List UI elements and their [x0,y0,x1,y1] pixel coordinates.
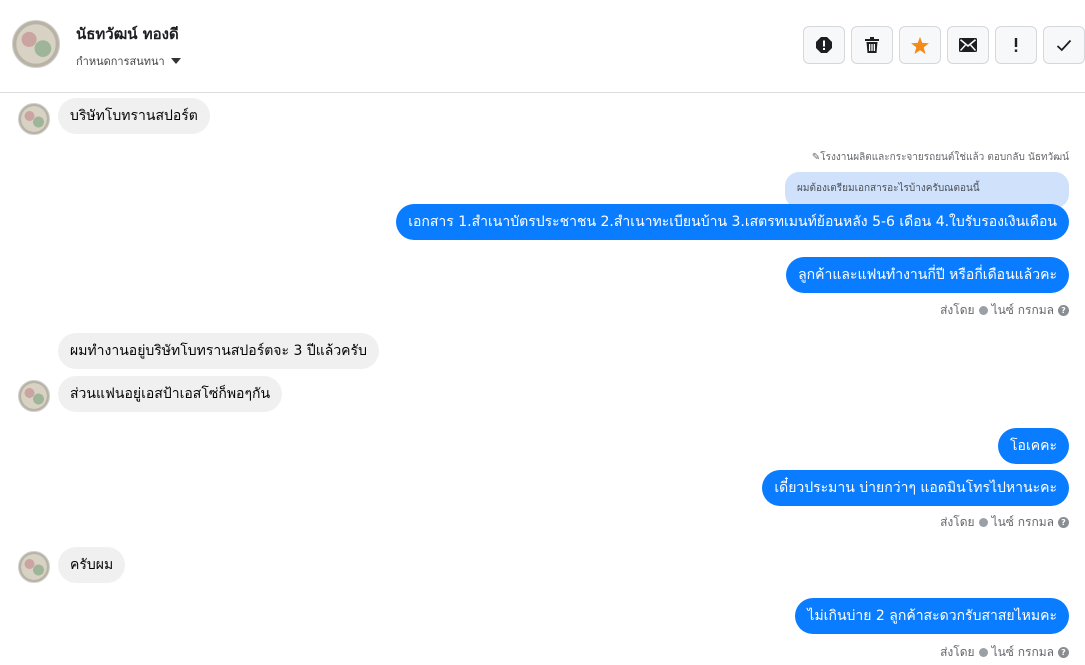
star-icon [911,36,929,54]
outgoing-message[interactable]: เดี๋ยวประมาน บ่ายกว่าๆ แอดมินโทรไปหานะคะ [762,470,1069,506]
quoted-message[interactable]: ผมต้องเตรียมเอกสารอะไรบ้างครับณตอนนี้ [785,172,1069,208]
help-icon[interactable]: ? [1058,517,1069,528]
conversation-header: นัธทวัฒน์ ทองดี กำหนดการสนทนา [0,0,1085,93]
sent-by-prefix: ส่งโดย [940,515,975,529]
sent-by-agent: ไนซ์ กรกมล [991,515,1054,529]
star-button[interactable] [899,26,941,64]
sent-by-info: ส่งโดย ไนซ์ กรกมล ? [940,513,1069,532]
sent-by-agent: ไนซ์ กรกมล [991,645,1054,659]
outgoing-message[interactable]: เอกสาร 1.สำเนาบัตรประชาชน 2.สำเนาทะเบียน… [396,204,1069,240]
contact-avatar-small[interactable] [18,103,50,135]
mail-icon [959,38,977,52]
contact-avatar-small[interactable] [18,380,50,412]
sent-by-prefix: ส่งโดย [940,645,975,659]
outgoing-message[interactable]: โอเคคะ [998,428,1069,464]
incoming-message[interactable]: ครับผม [58,547,126,583]
sent-by-prefix: ส่งโดย [940,303,975,317]
report-icon [816,37,832,53]
important-button[interactable] [995,26,1037,64]
contact-avatar[interactable] [12,20,60,68]
done-button[interactable] [1043,26,1085,64]
incoming-message[interactable]: ส่วนแฟนอยู่เอสป้าเอสโซ่ก็พอๆกัน [58,376,283,412]
check-icon [1056,39,1072,51]
sent-by-info: ส่งโดย ไนซ์ กรกมล ? [940,301,1069,320]
outgoing-message[interactable]: ไม่เกินบ่าย 2 ลูกค้าสะดวกรับสาสยไหมคะ [795,598,1069,634]
delete-button[interactable] [851,26,893,64]
caret-down-icon [170,58,181,64]
agent-avatar-icon [978,306,988,315]
mark-unread-button[interactable] [947,26,989,64]
reply-context-label: ✎โรงงานผลิตและกระจายรถยนต์ใช่แล้ว ตอบกลั… [811,152,1069,163]
assign-conversation-label: กำหนดการสนทนา [76,55,165,68]
report-button[interactable] [803,26,845,64]
sent-by-info: ส่งโดย ไนซ์ กรกมล ? [940,643,1069,662]
incoming-message[interactable]: บริษัทโบทรานสปอร์ต [58,98,210,134]
exclamation-icon [1014,38,1018,52]
contact-name[interactable]: นัธทวัฒน์ ทองดี [76,22,179,46]
outgoing-message[interactable]: ลูกค้าและแฟนทำงานกี่ปี หรือกี่เดือนแล้วค… [786,257,1069,293]
agent-avatar-icon [978,518,988,527]
assign-conversation-dropdown[interactable]: กำหนดการสนทนา [76,52,181,70]
sent-by-agent: ไนซ์ กรกมล [991,303,1054,317]
agent-avatar-icon [978,648,988,657]
help-icon[interactable]: ? [1058,305,1069,316]
incoming-message[interactable]: ผมทำงานอยู่บริษัทโบทรานสปอร์ตจะ 3 ปีแล้ว… [58,333,379,369]
help-icon[interactable]: ? [1058,647,1069,658]
contact-avatar-small[interactable] [18,551,50,583]
trash-icon [865,37,879,53]
